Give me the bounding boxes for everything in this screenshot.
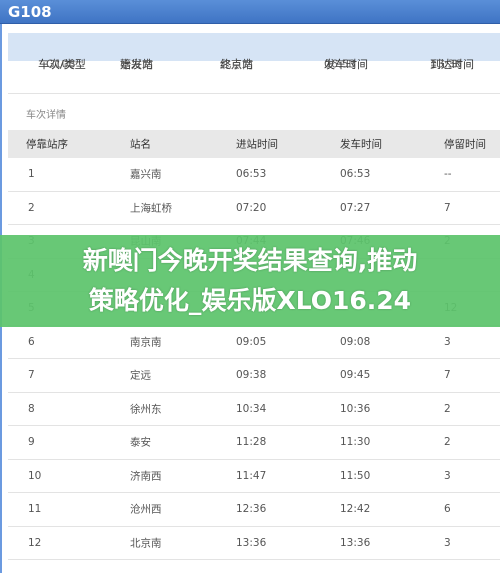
table-cell: 13:36	[236, 536, 267, 549]
table-cell: 06:53	[236, 168, 267, 181]
table-cell: 6	[444, 503, 451, 516]
table-cell: 10	[28, 469, 42, 482]
table-cell: 北京南	[130, 537, 162, 550]
table-cell: 嘉兴南	[120, 57, 153, 71]
table-row[interactable]: 10 济南西 11:47 11:50 3	[8, 460, 500, 493]
table-cell: --	[444, 168, 452, 181]
table-cell: 10:34	[236, 402, 267, 415]
table-cell: 北京南	[220, 57, 253, 71]
table-cell: 07:27	[340, 201, 371, 214]
table-cell: 3	[444, 536, 451, 549]
overlay-banner: 新噢门今晚开奖结果查询,推动 策略优化_娱乐版XLO16.24	[0, 235, 500, 327]
table-cell: 徐州东	[130, 403, 162, 416]
table-cell: 2	[28, 201, 35, 214]
table-cell: 09:45	[340, 369, 371, 382]
table-cell: 3	[444, 335, 451, 348]
table-cell: 07:20	[236, 201, 267, 214]
table-cell: 7	[28, 369, 35, 382]
table-cell: 09:05	[236, 335, 267, 348]
table-row[interactable]: 9 泰安 11:28 11:30 2	[8, 426, 500, 460]
banner-line-2: 策略优化_娱乐版XLO16.24	[88, 286, 412, 315]
table-cell: 7	[444, 369, 451, 382]
table-cell: 11:50	[340, 469, 371, 482]
table-cell: 11:28	[236, 436, 267, 449]
table-cell: 1	[28, 168, 35, 181]
table-row[interactable]: 6 南京南 09:05 09:08 3	[8, 326, 500, 359]
train-title: G108	[8, 3, 52, 21]
table-cell: 12:36	[236, 503, 267, 516]
table-cell: 2	[444, 436, 451, 449]
table-row[interactable]: 7 定远 09:38 09:45 7	[8, 359, 500, 393]
table-cell: 7	[444, 201, 451, 214]
table-cell: 11	[28, 503, 42, 516]
table-cell: 3	[444, 469, 451, 482]
column-header: 站名	[130, 138, 151, 151]
table-cell: G108	[46, 57, 76, 70]
table-cell: 09:08	[340, 335, 371, 348]
table-cell: 09:38	[236, 369, 267, 382]
details-label: 车次详情	[26, 110, 66, 121]
table-cell: 13:36	[430, 57, 462, 70]
table-cell: 12	[28, 536, 42, 549]
column-header: 进站时间	[236, 138, 278, 151]
details-header: 停靠站序 站名 进站时间 发车时间 停留时间	[8, 130, 500, 158]
table-cell: 沧州西	[130, 503, 162, 516]
summary-header: 车次/类型 始发站 终点站 发车时间 到达时间	[8, 33, 500, 71]
table-cell: 06:53	[340, 168, 371, 181]
table-cell: 9	[28, 436, 35, 449]
table-cell: 12:42	[340, 503, 371, 516]
table-cell: 南京南	[130, 336, 162, 349]
table-cell: 2	[444, 402, 451, 415]
table-cell: 13:36	[340, 536, 371, 549]
table-cell: 上海虹桥	[130, 202, 172, 215]
table-cell: 8	[28, 402, 35, 415]
table-cell: 11:47	[236, 469, 267, 482]
table-row[interactable]: 1 嘉兴南 06:53 06:53 --	[8, 158, 500, 192]
table-cell: 泰安	[130, 436, 151, 449]
table-cell: 06:53	[324, 57, 356, 70]
train-title-bar: G108	[0, 0, 500, 24]
details-table: 停靠站序 站名 进站时间 发车时间 停留时间 1 嘉兴南 06:53 06:53 -- 2 上海虹桥…	[8, 130, 500, 560]
table-cell: 6	[28, 335, 35, 348]
column-header: 发车时间	[340, 138, 382, 151]
table-cell: 济南西	[130, 470, 162, 483]
table-row[interactable]: 11 沧州西 12:36 12:42 6	[8, 493, 500, 527]
column-header: 停留时间	[444, 138, 486, 151]
column-header: 停靠站序	[26, 138, 68, 151]
table-cell: 11:30	[340, 436, 371, 449]
table-row[interactable]: 2 上海虹桥 07:20 07:27 7	[8, 192, 500, 225]
banner-line-1: 新噢门今晚开奖结果查询,推动	[82, 246, 418, 275]
summary-table: 车次/类型 始发站 终点站 发车时间 到达时间 G108 嘉兴南 北京南 06:53 13:36	[8, 33, 500, 94]
table-row[interactable]: 12 北京南 13:36 13:36 3	[8, 527, 500, 560]
table-cell: 10:36	[340, 402, 371, 415]
table-row[interactable]: 8 徐州东 10:34 10:36 2	[8, 393, 500, 426]
table-cell: 嘉兴南	[130, 168, 162, 181]
table-cell: 定远	[130, 369, 151, 382]
